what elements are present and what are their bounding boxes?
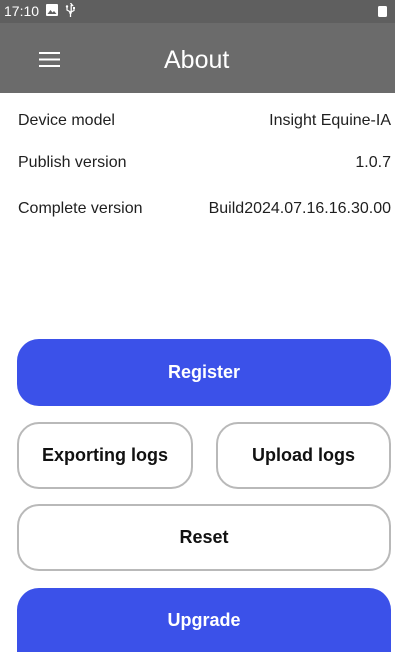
publish-version-value: 1.0.7 (355, 154, 391, 171)
image-icon (46, 4, 58, 16)
publish-version-label: Publish version (18, 154, 127, 171)
complete-version-label: Complete version (18, 200, 143, 217)
exporting-logs-button[interactable]: Exporting logs (17, 422, 193, 489)
complete-version-value: Build2024.07.16.16.30.00 (208, 200, 391, 217)
device-model-value: Insight Equine-IA (269, 112, 391, 129)
hamburger-menu-icon[interactable] (39, 52, 60, 67)
status-time: 17:10 (4, 3, 40, 19)
app-bar: About (0, 23, 395, 93)
battery-icon (378, 6, 387, 17)
status-bar: 17:10 (0, 0, 395, 23)
page-title: About (164, 46, 230, 74)
publish-version-row: Publish version 1.0.7 (18, 151, 391, 175)
device-model-row: Device model Insight Equine-IA (18, 109, 391, 133)
usb-icon (65, 3, 75, 17)
device-model-label: Device model (18, 112, 115, 129)
upgrade-button[interactable]: Upgrade (17, 588, 391, 652)
complete-version-row: Complete version Build2024.07.16.16.30.0… (18, 197, 391, 221)
register-button[interactable]: Register (17, 339, 391, 406)
upload-logs-button[interactable]: Upload logs (216, 422, 391, 489)
reset-button[interactable]: Reset (17, 504, 391, 571)
